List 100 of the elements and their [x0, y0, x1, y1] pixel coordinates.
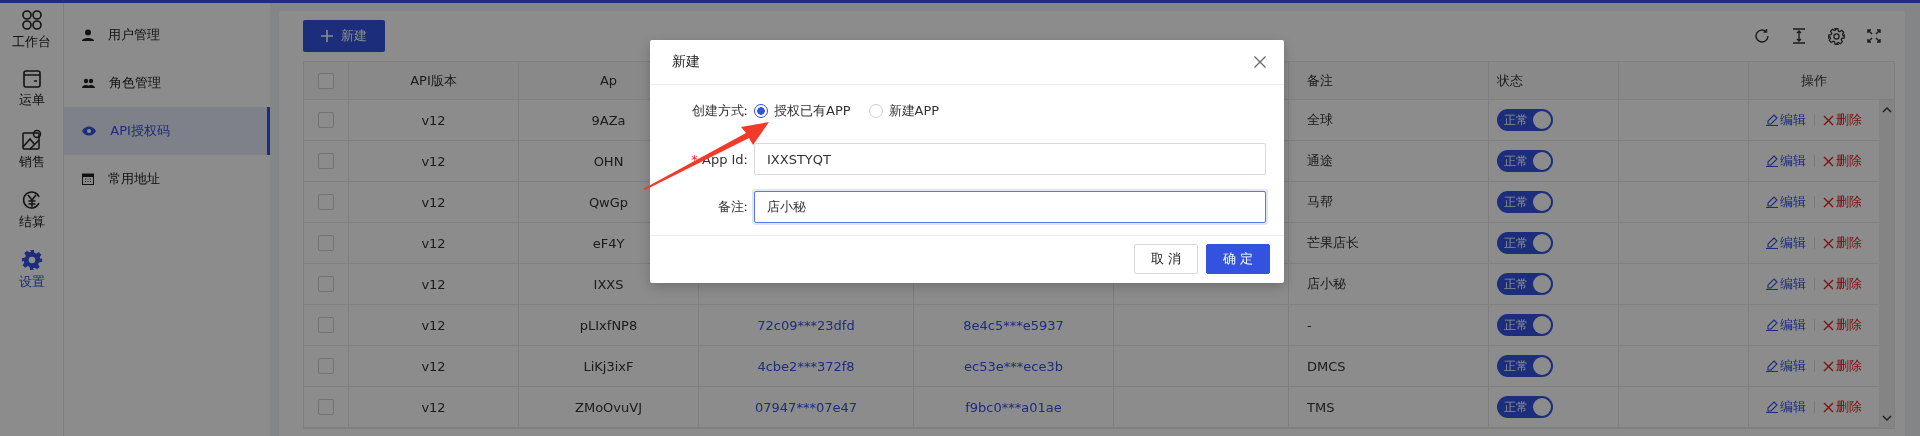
- close-icon: [1823, 401, 1834, 413]
- menu-item[interactable]: API授权码: [64, 107, 270, 155]
- close-icon: [1823, 114, 1834, 126]
- status-switch[interactable]: 正常: [1497, 150, 1553, 172]
- edit-link[interactable]: 编辑: [1766, 357, 1806, 375]
- sidebar-item[interactable]: 设置: [0, 249, 64, 309]
- menu-item[interactable]: 用户管理: [64, 11, 270, 59]
- close-icon[interactable]: [1254, 56, 1266, 68]
- table-cell: 店小秘: [1289, 264, 1489, 304]
- status-switch[interactable]: 正常: [1497, 109, 1553, 131]
- delete-link[interactable]: 删除: [1823, 111, 1862, 129]
- table-cell: v12: [349, 346, 519, 386]
- pencil-icon: [1766, 401, 1778, 413]
- status-switch[interactable]: 正常: [1497, 396, 1553, 418]
- table-cell: 通途: [1289, 141, 1489, 181]
- sidebar-item[interactable]: 结算: [0, 189, 64, 249]
- checkbox[interactable]: [318, 399, 334, 415]
- delete-link[interactable]: 删除: [1823, 357, 1862, 375]
- edit-link[interactable]: 编辑: [1766, 316, 1806, 334]
- pencil-icon: [1766, 360, 1778, 372]
- key-link[interactable]: f9bc0***a01ae: [965, 399, 1062, 415]
- pencil-icon: [1766, 319, 1778, 331]
- edit-link[interactable]: 编辑: [1766, 275, 1806, 293]
- delete-link[interactable]: 删除: [1823, 316, 1862, 334]
- sidebar-item[interactable]: 工作台: [0, 9, 64, 69]
- checkbox[interactable]: [318, 72, 334, 89]
- table-cell: -: [1289, 305, 1489, 345]
- edit-link[interactable]: 编辑: [1766, 152, 1806, 170]
- eye-icon: [82, 126, 97, 136]
- edit-link[interactable]: 编辑: [1766, 111, 1806, 129]
- pencil-icon: [1766, 114, 1778, 126]
- delete-link[interactable]: 删除: [1823, 193, 1862, 211]
- close-icon: [1823, 155, 1834, 167]
- confirm-button[interactable]: 确 定: [1206, 244, 1270, 274]
- cancel-button[interactable]: 取 消: [1134, 244, 1198, 274]
- scrollbar[interactable]: [1879, 100, 1894, 428]
- pencil-icon: [1766, 237, 1778, 249]
- table-cell: v12: [349, 264, 519, 304]
- status-switch[interactable]: 正常: [1497, 355, 1553, 377]
- yen-icon: [20, 189, 43, 211]
- edit-link[interactable]: 编辑: [1766, 398, 1806, 416]
- key-link[interactable]: 8e4c5***e5937: [963, 317, 1064, 333]
- wallet-icon: [21, 69, 42, 89]
- status-switch[interactable]: 正常: [1497, 314, 1553, 336]
- table-cell: LiKj3ixF: [519, 346, 699, 386]
- checkbox[interactable]: [318, 276, 334, 292]
- menu-item[interactable]: 常用地址: [64, 155, 270, 203]
- radio-option[interactable]: 新建APP: [868, 102, 940, 120]
- settings-icon: [20, 249, 43, 271]
- fullscreen-icon[interactable]: [1867, 29, 1881, 43]
- close-icon: [1823, 196, 1834, 208]
- new-button[interactable]: 新建: [303, 20, 385, 52]
- checkbox[interactable]: [318, 112, 334, 128]
- status-switch[interactable]: 正常: [1497, 191, 1553, 213]
- calendar-icon: [82, 173, 95, 185]
- caret-up-icon[interactable]: [1881, 106, 1892, 113]
- checkbox[interactable]: [318, 358, 334, 374]
- key-link[interactable]: ec53e***ece3b: [964, 358, 1063, 374]
- delete-link[interactable]: 删除: [1823, 234, 1862, 252]
- checkbox[interactable]: [318, 235, 334, 251]
- table-cell: v12: [349, 141, 519, 181]
- key-link[interactable]: 72c09***23dfd: [757, 317, 855, 333]
- remark-field[interactable]: 店小秘: [754, 191, 1266, 223]
- sidebar-item[interactable]: 运单: [0, 69, 64, 129]
- key-link[interactable]: 4cbe2***372f8: [757, 358, 855, 374]
- edit-link[interactable]: 编辑: [1766, 234, 1806, 252]
- table-cell: 芒果店长: [1289, 223, 1489, 263]
- edit-link[interactable]: 编辑: [1766, 193, 1806, 211]
- sidebar-item[interactable]: 销售: [0, 129, 64, 189]
- key-link[interactable]: 07947***07e47: [755, 399, 857, 415]
- refresh-icon[interactable]: [1754, 28, 1770, 44]
- user-icon: [82, 29, 95, 41]
- status-switch[interactable]: 正常: [1497, 232, 1553, 254]
- checkbox[interactable]: [318, 153, 334, 169]
- grid-icon: [20, 9, 43, 31]
- checkbox[interactable]: [318, 317, 334, 333]
- delete-link[interactable]: 删除: [1823, 275, 1862, 293]
- checkbox[interactable]: [318, 194, 334, 210]
- table-cell: v12: [349, 223, 519, 263]
- settings-icon[interactable]: [1828, 27, 1845, 45]
- pencil-icon: [1766, 196, 1778, 208]
- pencil-icon: [1766, 278, 1778, 290]
- field-label: 备注:: [716, 198, 749, 216]
- radio-option[interactable]: 授权已有APP: [754, 102, 851, 120]
- table-cell: v12: [349, 182, 519, 222]
- delete-link[interactable]: 删除: [1823, 398, 1862, 416]
- close-icon: [1823, 278, 1834, 290]
- menu-item[interactable]: 角色管理: [64, 59, 270, 107]
- column-header: 备注: [1289, 62, 1489, 99]
- row-height-icon[interactable]: [1792, 28, 1806, 44]
- status-switch[interactable]: 正常: [1497, 273, 1553, 295]
- column-header: 操作: [1800, 71, 1828, 90]
- app-id-field[interactable]: IXXSTYQT: [754, 143, 1266, 175]
- plus-icon: [321, 30, 333, 42]
- caret-down-icon[interactable]: [1881, 415, 1892, 422]
- table-cell: pLIxfNP8: [519, 305, 699, 345]
- team-icon: [82, 77, 96, 89]
- table-cell: ZMoOvuVJ: [519, 387, 699, 427]
- delete-link[interactable]: 删除: [1823, 152, 1862, 170]
- table-cell: DMCS: [1289, 346, 1489, 386]
